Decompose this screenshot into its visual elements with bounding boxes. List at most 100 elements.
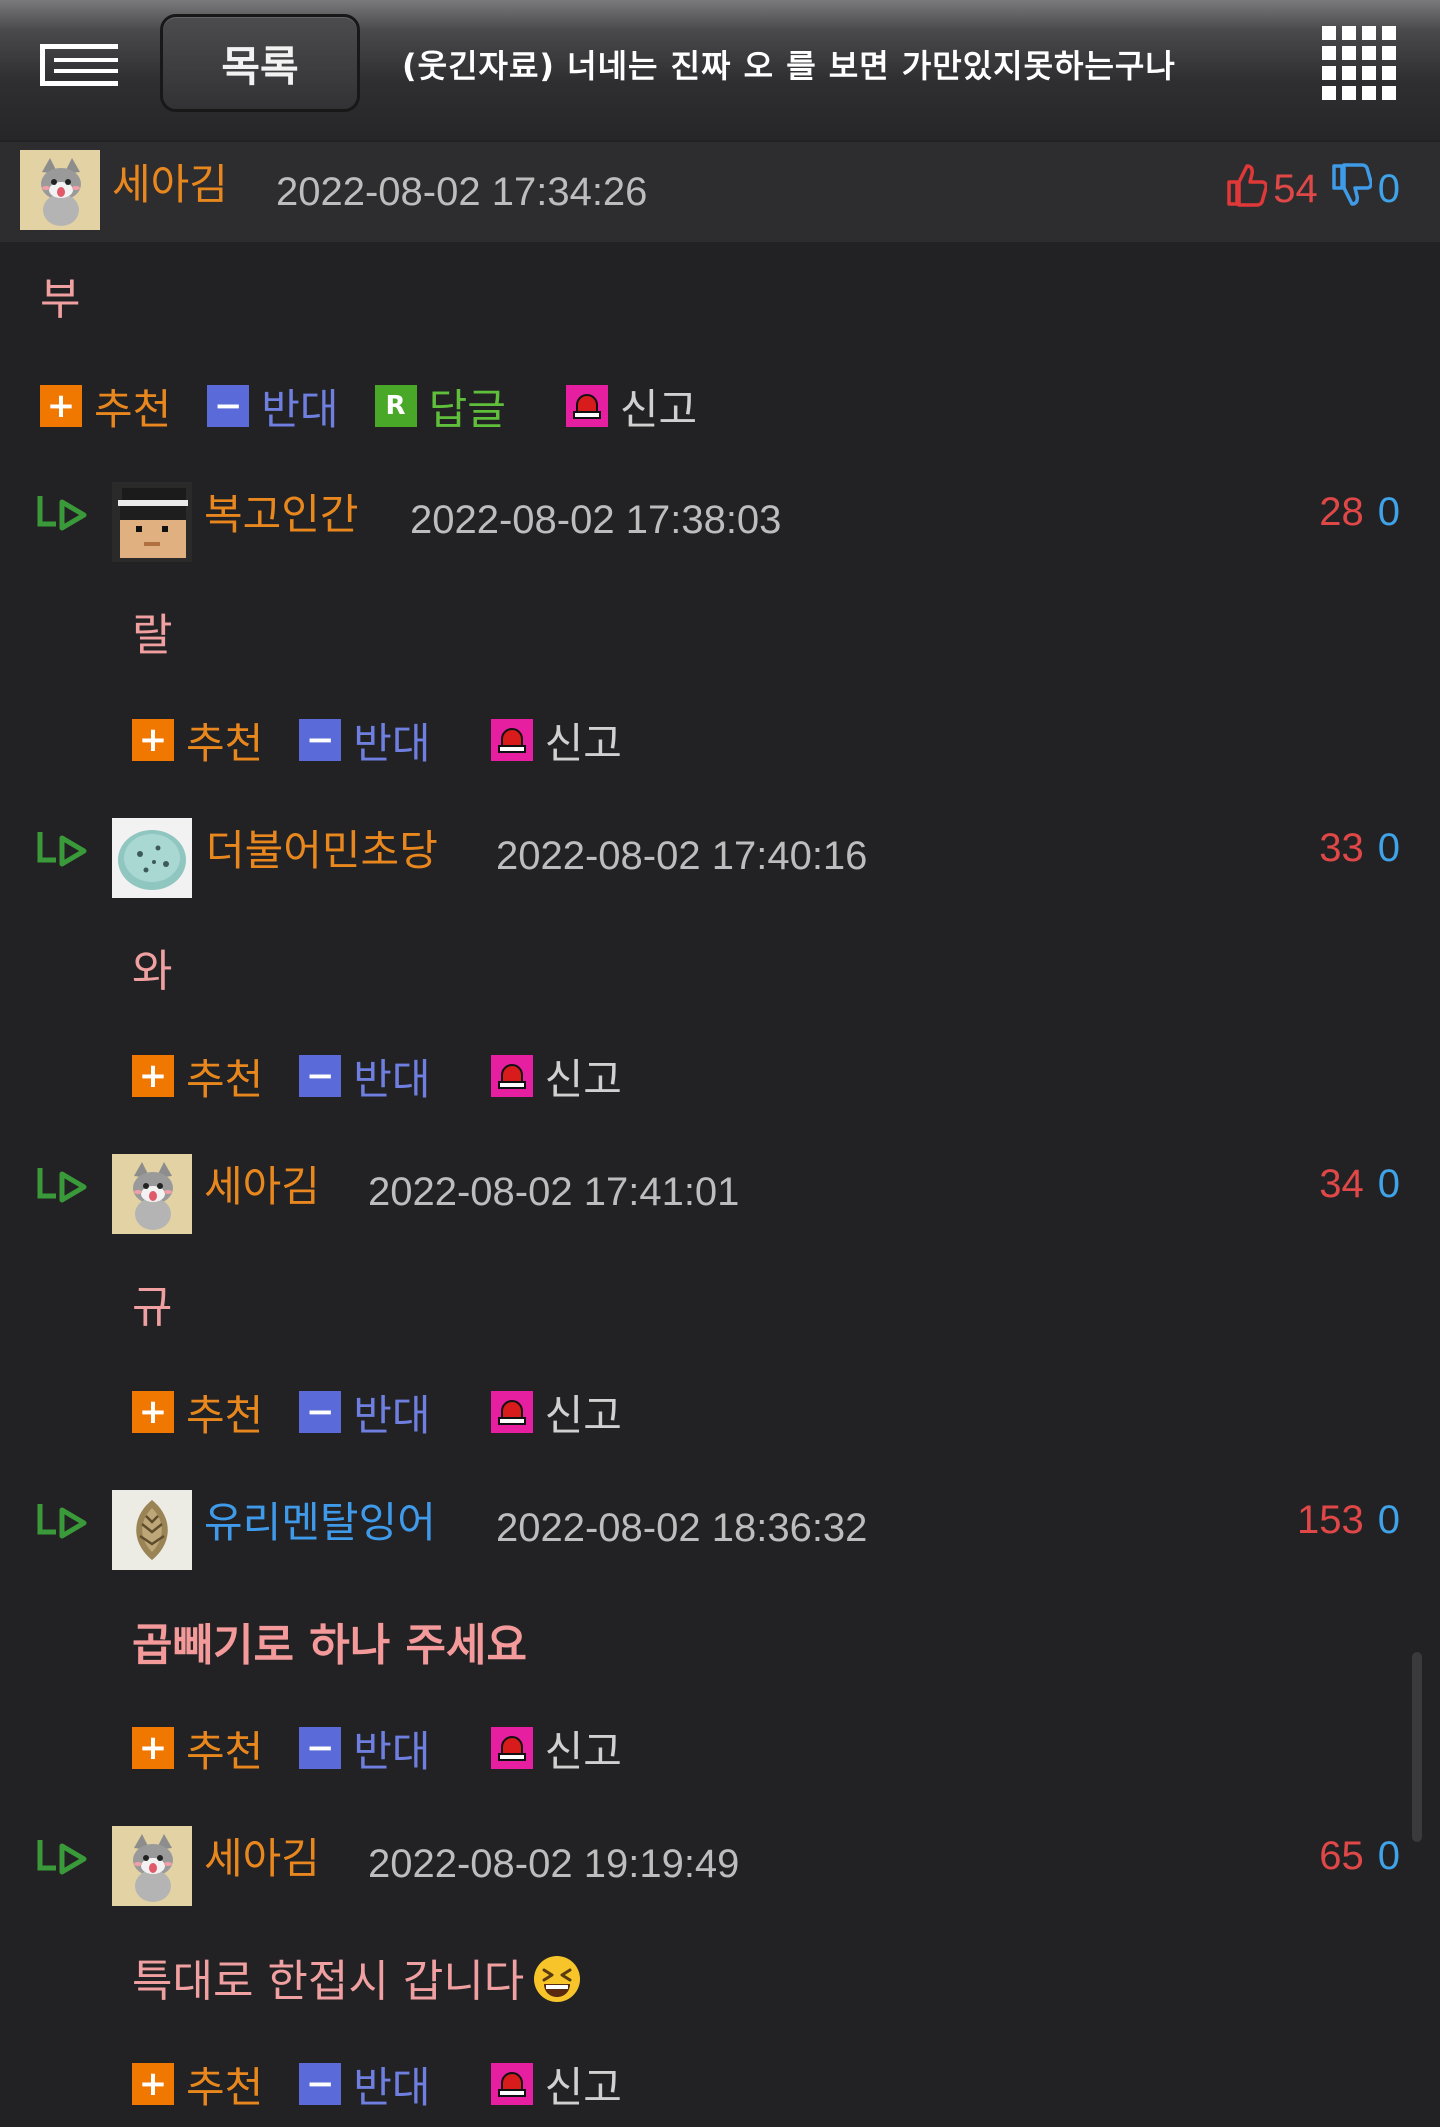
post-title: (웃긴자료) 너네는 진짜 오 를 보면 가만있지못하는구나 xyxy=(402,47,1176,85)
comment-timestamp: 2022-08-02 17:38:03 xyxy=(410,498,782,542)
reply-comment: 복고인간 2022-08-02 17:38:03 28 0 랄 + 추천 − 반대 … xyxy=(0,470,1440,800)
thumbs-down-icon[interactable] xyxy=(1330,162,1373,215)
vote-counts: 33 0 xyxy=(1319,828,1400,868)
reply-arrow-icon xyxy=(37,1840,87,1875)
plus-icon: + xyxy=(132,1055,174,1097)
downvote-count: 0 xyxy=(1377,1834,1400,1878)
recommend-label: 추천 xyxy=(186,1054,264,1104)
report-label: 신고 xyxy=(544,1726,622,1776)
minus-icon: − xyxy=(299,1727,342,1769)
downvote-count: 0 xyxy=(1377,1162,1400,1206)
reply-comment: 유리멘탈잉어 2022-08-02 18:36:32 153 0 곱빼기로 하나… xyxy=(0,1478,1440,1808)
upvote-count: 153 xyxy=(1297,1498,1364,1542)
grid-icon[interactable] xyxy=(1322,26,1398,102)
vote-counts: 65 0 xyxy=(1319,1836,1400,1876)
report-label: 신고 xyxy=(619,384,698,434)
reply-arrow-icon xyxy=(37,832,87,867)
oppose-label: 반대 xyxy=(353,2062,431,2112)
oppose-label: 반대 xyxy=(353,1726,431,1776)
mint-ball-avatar[interactable] xyxy=(112,818,192,898)
recommend-button[interactable]: + 추천 xyxy=(132,710,263,771)
comment-body: 와 xyxy=(132,946,173,997)
minus-icon: − xyxy=(299,719,342,761)
comment-nickname[interactable]: 복고인간 xyxy=(204,494,359,536)
oppose-button[interactable]: − 반대 xyxy=(299,710,431,771)
oppose-label: 반대 xyxy=(353,1390,431,1440)
oppose-button[interactable]: − 반대 xyxy=(299,1718,431,1779)
comment-actions: + 추천 − 반대 R 답글 신고 xyxy=(40,378,733,434)
upvote-count: 33 xyxy=(1319,826,1364,870)
recommend-button[interactable]: + 추천 xyxy=(132,2054,263,2115)
comment-nickname[interactable]: 세아김 xyxy=(204,1166,320,1208)
list-button[interactable]: 목록 xyxy=(160,14,360,112)
comment-nickname[interactable]: 세아김 xyxy=(204,1838,320,1880)
minus-icon: − xyxy=(299,2063,342,2105)
reply-arrow-icon xyxy=(37,1504,87,1539)
downvote-count: 0 xyxy=(1377,1498,1400,1542)
scrollbar[interactable] xyxy=(1412,1652,1422,1842)
reply-comment: 세아김 2022-08-02 17:41:01 34 0 규 + 추천 − 반대 신… xyxy=(0,1142,1440,1472)
report-button[interactable]: 신고 xyxy=(490,1046,622,1107)
pinecone-avatar[interactable] xyxy=(112,1490,192,1570)
minus-icon: − xyxy=(299,1055,342,1097)
oppose-button[interactable]: − 반대 xyxy=(299,1382,431,1443)
plus-icon: + xyxy=(132,719,174,761)
oppose-label: 반대 xyxy=(261,384,339,434)
comment-actions: + 추천 − 반대 신고 xyxy=(132,2056,658,2112)
vote-counts: 153 0 xyxy=(1297,1500,1400,1540)
oppose-button[interactable]: − 반대 xyxy=(207,376,339,437)
oppose-label: 반대 xyxy=(353,718,431,768)
siren-icon xyxy=(490,2063,533,2105)
siren-icon xyxy=(490,1055,533,1097)
upvote-count: 54 xyxy=(1273,166,1318,211)
recommend-button[interactable]: + 추천 xyxy=(132,1718,263,1779)
comment-body: 부 xyxy=(40,274,81,325)
recommend-button[interactable]: + 추천 xyxy=(132,1382,263,1443)
minus-icon: − xyxy=(207,385,250,427)
comment-timestamp: 2022-08-02 17:40:16 xyxy=(496,834,868,878)
comment-actions: + 추천 − 반대 신고 xyxy=(132,1048,658,1104)
upvote-count: 28 xyxy=(1319,490,1364,534)
reply-arrow-icon xyxy=(37,1168,87,1203)
recommend-button[interactable]: + 추천 xyxy=(40,376,171,437)
cat-avatar[interactable] xyxy=(112,1826,192,1906)
recommend-button[interactable]: + 추천 xyxy=(132,1046,263,1107)
report-button[interactable]: 신고 xyxy=(490,1382,622,1443)
reply-comment: 세아김 2022-08-02 19:19:49 65 0 특대로 한접시 갑니다… xyxy=(0,1814,1440,2127)
siren-icon xyxy=(490,1391,533,1433)
comment: 세아김 2022-08-02 17:34:26 54 0 부 + 추천 − 반대 R… xyxy=(0,142,1440,462)
report-label: 신고 xyxy=(544,1390,622,1440)
siren-icon xyxy=(565,385,608,427)
oppose-button[interactable]: − 반대 xyxy=(299,1046,431,1107)
comment-timestamp: 2022-08-02 17:41:01 xyxy=(368,1170,740,1214)
downvote-count: 0 xyxy=(1377,166,1400,211)
report-button[interactable]: 신고 xyxy=(565,376,698,437)
comment-body: 곱빼기로 하나 주세요 xyxy=(132,1620,527,1671)
menu-icon[interactable] xyxy=(40,40,120,90)
plus-icon: + xyxy=(40,385,82,427)
comment-nickname[interactable]: 유리멘탈잉어 xyxy=(204,1502,436,1544)
cat-avatar[interactable] xyxy=(112,1154,192,1234)
comment-body: 규 xyxy=(132,1282,173,1333)
thumbs-up-icon[interactable] xyxy=(1225,162,1269,215)
pixel-man-avatar[interactable] xyxy=(112,482,192,562)
plus-icon: + xyxy=(132,1727,174,1769)
recommend-label: 추천 xyxy=(186,718,264,768)
oppose-button[interactable]: − 반대 xyxy=(299,2054,431,2115)
reply-button[interactable]: R 답글 xyxy=(374,376,506,437)
siren-icon xyxy=(490,719,533,761)
comment-timestamp: 2022-08-02 17:34:26 xyxy=(276,170,648,214)
reply-comment: 더불어민초당 2022-08-02 17:40:16 33 0 와 + 추천 − 반… xyxy=(0,806,1440,1136)
cat-avatar[interactable] xyxy=(20,150,100,230)
comment-nickname[interactable]: 세아김 xyxy=(112,164,228,206)
top-bar: 목록 (웃긴자료) 너네는 진짜 오 를 보면 가만있지못하는구나 xyxy=(0,0,1440,140)
report-button[interactable]: 신고 xyxy=(490,2054,622,2115)
comment-actions: + 추천 − 반대 신고 xyxy=(132,1384,658,1440)
report-button[interactable]: 신고 xyxy=(490,1718,622,1779)
recommend-label: 추천 xyxy=(94,384,172,434)
comment-body: 특대로 한접시 갑니다 xyxy=(132,1954,582,2004)
downvote-count: 0 xyxy=(1377,490,1400,534)
plus-icon: + xyxy=(132,1391,174,1433)
report-button[interactable]: 신고 xyxy=(490,710,622,771)
comment-nickname[interactable]: 더불어민초당 xyxy=(206,830,438,872)
